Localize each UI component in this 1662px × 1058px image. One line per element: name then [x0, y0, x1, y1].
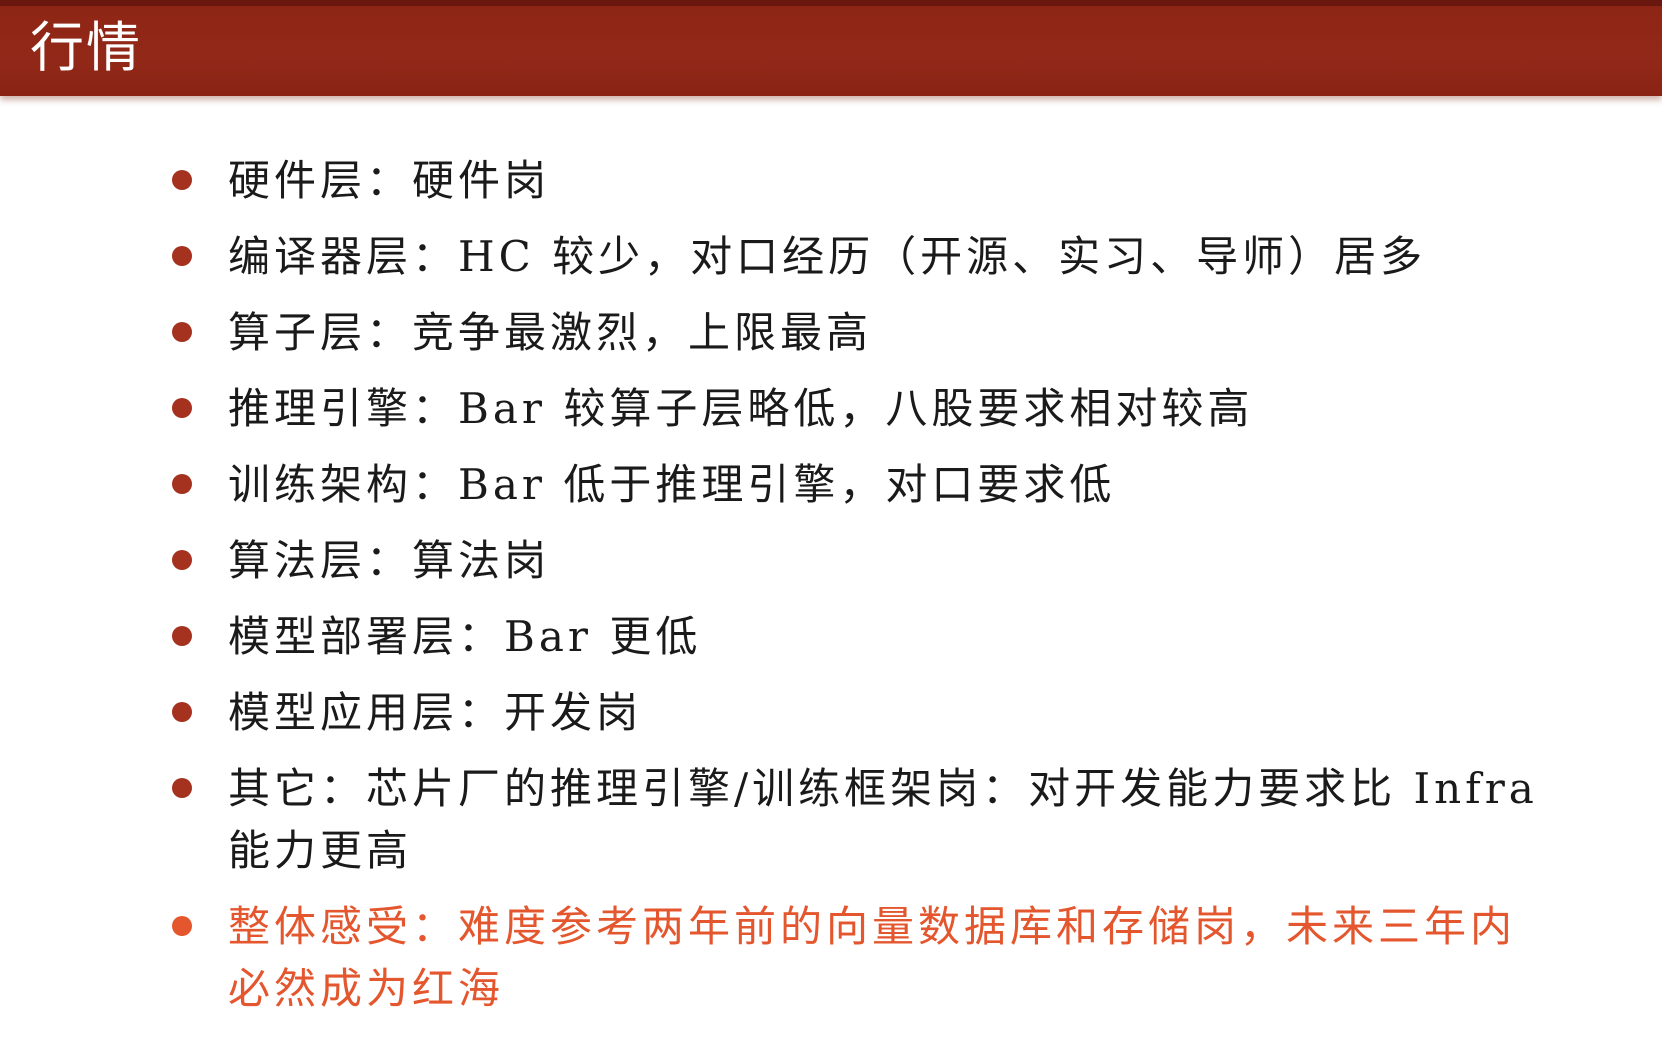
slide: 行情 硬件层：硬件岗 编译器层：HC 较少，对口经历（开源、实习、导师）居多 算… — [0, 0, 1662, 1058]
bullet-dot-icon — [172, 322, 192, 342]
list-item: 训练架构：Bar 低于推理引擎，对口要求低 — [170, 454, 1550, 516]
bullet-dot-icon — [172, 916, 192, 936]
list-item-text: 编译器层：HC 较少，对口经历（开源、实习、导师）居多 — [228, 232, 1427, 281]
list-item: 算子层：竞争最激烈，上限最高 — [170, 302, 1550, 364]
list-item-text: 整体感受：难度参考两年前的向量数据库和存储岗，未来三年内必然成为红海 — [228, 902, 1517, 1013]
bullet-dot-icon — [172, 550, 192, 570]
page-title: 行情 — [30, 16, 142, 79]
list-item: 编译器层：HC 较少，对口经历（开源、实习、导师）居多 — [170, 226, 1550, 288]
list-item: 推理引擎：Bar 较算子层略低，八股要求相对较高 — [170, 378, 1550, 440]
bullet-dot-icon — [172, 398, 192, 418]
bullet-dot-icon — [172, 626, 192, 646]
list-item-text: 算子层：竞争最激烈，上限最高 — [228, 308, 873, 357]
list-item-text: 算法层：算法岗 — [228, 536, 551, 585]
title-bar: 行情 — [0, 0, 1662, 96]
list-item-text: 硬件层：硬件岗 — [228, 156, 551, 205]
list-item: 模型应用层：开发岗 — [170, 682, 1550, 744]
list-item-text: 推理引擎：Bar 较算子层略低，八股要求相对较高 — [228, 384, 1254, 433]
bullet-dot-icon — [172, 702, 192, 722]
list-item-text: 训练架构：Bar 低于推理引擎，对口要求低 — [228, 460, 1116, 509]
bullet-dot-icon — [172, 246, 192, 266]
list-item: 算法层：算法岗 — [170, 530, 1550, 592]
list-item: 硬件层：硬件岗 — [170, 150, 1550, 212]
list-item-text: 模型应用层：开发岗 — [228, 688, 643, 737]
list-item: 其它：芯片厂的推理引擎/训练框架岗：对开发能力要求比 Infra 能力更高 — [170, 758, 1550, 882]
bullet-dot-icon — [172, 170, 192, 190]
list-item-text: 模型部署层：Bar 更低 — [228, 612, 702, 661]
bullet-list: 硬件层：硬件岗 编译器层：HC 较少，对口经历（开源、实习、导师）居多 算子层：… — [170, 150, 1550, 1034]
list-item: 模型部署层：Bar 更低 — [170, 606, 1550, 668]
list-item-text: 其它：芯片厂的推理引擎/训练框架岗：对开发能力要求比 Infra 能力更高 — [228, 764, 1538, 875]
bullet-dot-icon — [172, 474, 192, 494]
bullet-dot-icon — [172, 778, 192, 798]
list-item-highlight: 整体感受：难度参考两年前的向量数据库和存储岗，未来三年内必然成为红海 — [170, 896, 1550, 1020]
